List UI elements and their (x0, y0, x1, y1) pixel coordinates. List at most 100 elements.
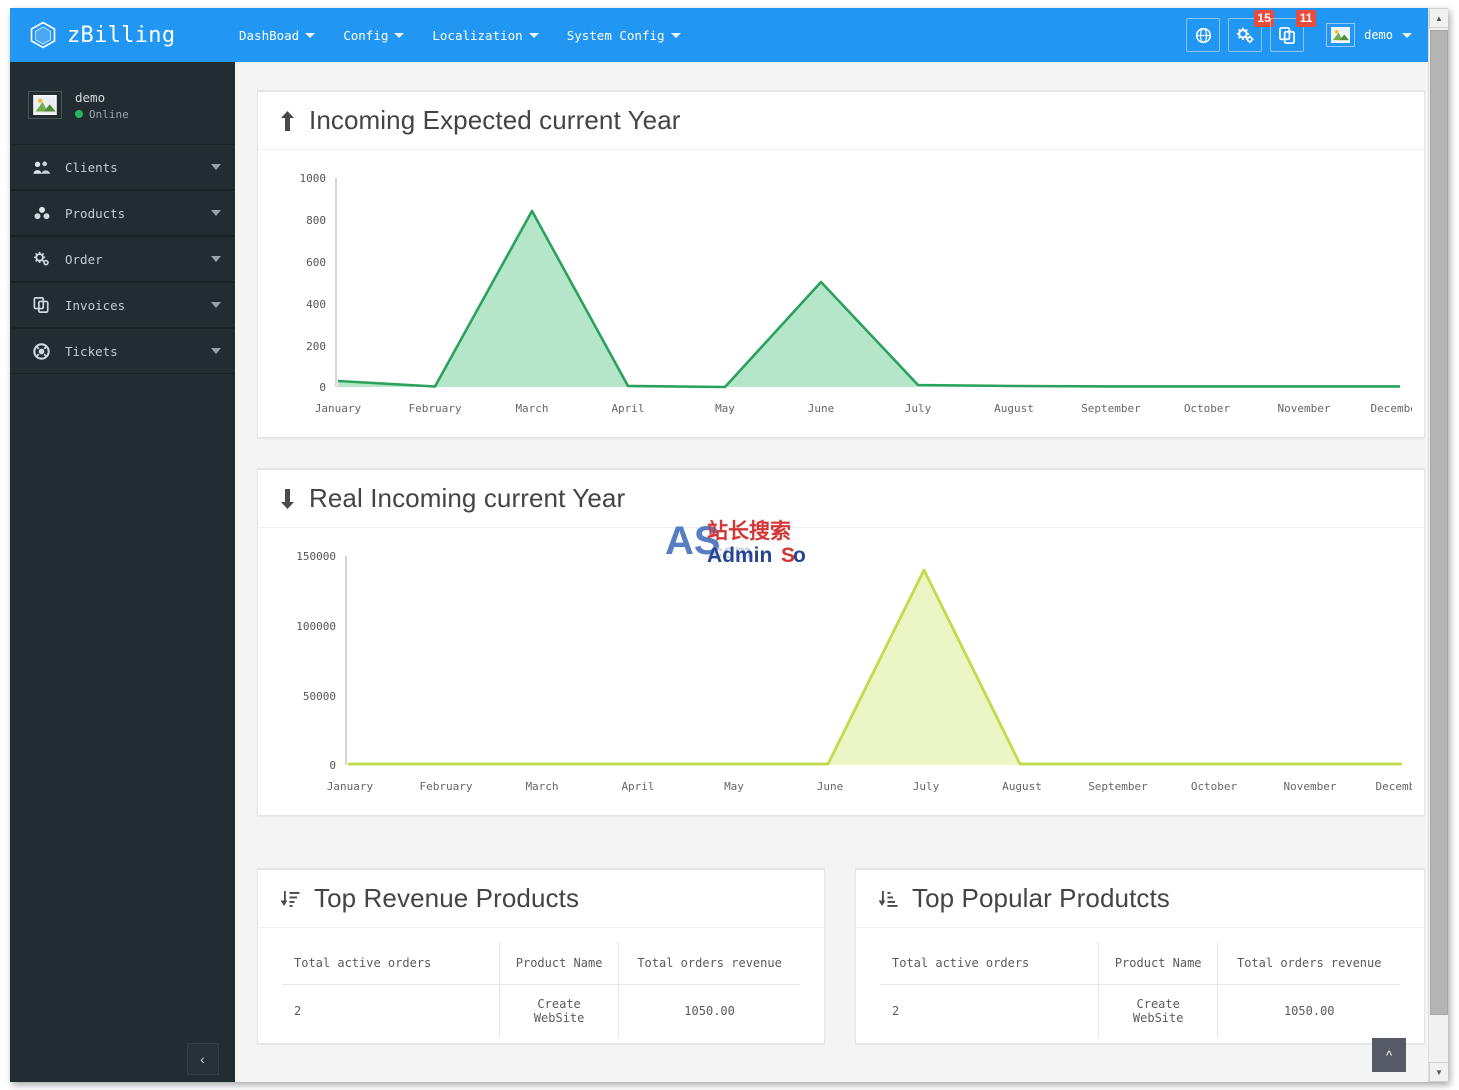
column-header[interactable]: Product Name (1098, 942, 1219, 985)
panel-header: Real Incoming current Year (258, 470, 1424, 528)
svg-text:September: September (1088, 780, 1148, 793)
sidebar-item-clients[interactable]: Clients (10, 144, 235, 190)
sidebar-user-name: demo (75, 89, 106, 105)
arrow-up-icon (280, 110, 295, 132)
cell-total-active-orders: 2 (282, 984, 501, 1037)
column-header[interactable]: Total orders revenue (618, 942, 800, 985)
svg-text:November: November (1278, 402, 1331, 415)
svg-text:February: February (409, 402, 462, 415)
invoices-badge: 11 (1296, 10, 1317, 27)
sidebar-item-label: Order (65, 251, 103, 267)
scrollbar-up-button[interactable]: ▲ (1429, 8, 1448, 28)
table-row[interactable]: 2 Create WebSite 1050.00 (880, 984, 1400, 1037)
triangle-up-icon: ▲ (1435, 13, 1443, 23)
sidebar-item-tickets[interactable]: Tickets (10, 328, 235, 374)
brand-logo[interactable]: zBilling (10, 8, 225, 62)
svg-text:August: August (1002, 780, 1042, 793)
lifebuoy-icon (32, 342, 51, 360)
panel-title: Real Incoming current Year (309, 483, 626, 513)
nav-item-config[interactable]: Config (329, 8, 418, 62)
sidebar-item-invoices[interactable]: Invoices (10, 282, 235, 328)
svg-text:June: June (808, 402, 835, 415)
scrollbar-down-button[interactable]: ▼ (1429, 1062, 1448, 1082)
sidebar-collapse-button[interactable]: ‹ (186, 1043, 219, 1075)
svg-text:September: September (1081, 402, 1141, 415)
nav-item-system-config[interactable]: System Config (553, 8, 695, 62)
chevron-up-icon: ^ (1385, 1047, 1393, 1063)
cell-total-orders-revenue: 1050.00 (1283, 1004, 1335, 1018)
main-content: Incoming Expected current Year 1000 800 … (235, 62, 1428, 1082)
chart-incoming-expected[interactable]: 1000 800 600 400 200 0 January February (272, 160, 1413, 435)
chevron-down-icon (670, 32, 681, 38)
svg-text:April: April (621, 780, 654, 793)
svg-text:February: February (420, 780, 473, 793)
svg-text:January: January (315, 402, 362, 415)
cell-product-name: Create WebSite (1098, 984, 1219, 1037)
copy-icon (32, 297, 51, 313)
arrow-down-icon (280, 488, 295, 510)
nav-item-label: System Config (566, 27, 665, 43)
invoices-button[interactable]: 11 (1270, 10, 1317, 52)
sort-amount-asc-icon (878, 889, 898, 909)
settings-button[interactable]: 15 (1228, 10, 1275, 52)
scroll-to-top-button[interactable]: ^ (1372, 1038, 1406, 1072)
panel-real-incoming: Real Incoming current Year 150000 100000… (257, 468, 1425, 816)
table-row[interactable]: 2 Create WebSite 1050.00 (282, 984, 800, 1037)
chevron-down-icon (528, 32, 539, 38)
vertical-scrollbar[interactable]: ▲ ▼ (1428, 8, 1448, 1082)
top-navbar: zBilling DashBoad Config Localization Sy… (10, 8, 1428, 62)
nav-item-label: Config (343, 27, 389, 43)
cell-total-orders-revenue: 1050.00 (684, 1004, 735, 1018)
nav-item-localization[interactable]: Localization (418, 8, 552, 62)
sidebar: demo Online Clients Products Order Invoi… (10, 62, 235, 1082)
panel-body: Total active orders Product Name Total o… (856, 928, 1424, 1051)
panel-header: Top Popular Produtcts (856, 870, 1424, 928)
chevron-down-icon (211, 256, 221, 262)
table-top-popular: Total active orders Product Name Total o… (880, 942, 1400, 1037)
panel-title: Incoming Expected current Year (309, 105, 681, 135)
sidebar-item-products[interactable]: Products (10, 190, 235, 236)
globe-button[interactable] (1186, 18, 1221, 52)
svg-text:October: October (1191, 780, 1238, 793)
gears-icon (32, 251, 51, 267)
column-header[interactable]: Total orders revenue (1217, 942, 1400, 985)
avatar (28, 91, 62, 119)
column-header[interactable]: Total active orders (282, 942, 501, 985)
panel-body: 150000 100000 50000 0 January February M… (258, 528, 1424, 827)
nav-item-dashboard[interactable]: DashBoad (225, 8, 329, 62)
sidebar-item-label: Invoices (65, 297, 126, 313)
copy-icon (1278, 26, 1296, 44)
users-icon (32, 160, 51, 175)
table-header-row: Total active orders Product Name Total o… (880, 942, 1400, 985)
table-header-row: Total active orders Product Name Total o… (282, 942, 800, 985)
chevron-down-icon (211, 348, 221, 354)
chevron-left-icon: ‹ (200, 1051, 205, 1067)
scrollbar-thumb[interactable] (1430, 30, 1448, 1015)
column-header[interactable]: Product Name (499, 942, 620, 985)
svg-text:50000: 50000 (303, 690, 336, 703)
svg-text:July: July (913, 780, 940, 793)
globe-icon (1195, 27, 1212, 44)
panel-body: Total active orders Product Name Total o… (258, 928, 824, 1051)
column-header[interactable]: Total active orders (880, 942, 1099, 985)
svg-text:800: 800 (306, 214, 326, 227)
sidebar-item-label: Products (65, 205, 126, 221)
sidebar-item-order[interactable]: Order (10, 236, 235, 282)
sidebar-user-status: Online (75, 108, 129, 121)
online-dot-icon (75, 110, 83, 118)
svg-text:June: June (817, 780, 844, 793)
panel-title: Top Revenue Products (314, 883, 580, 913)
cell-total-active-orders: 2 (880, 984, 1099, 1037)
sidebar-item-label: Tickets (65, 343, 118, 359)
panel-header: Incoming Expected current Year (258, 92, 1424, 150)
table-top-revenue: Total active orders Product Name Total o… (282, 942, 800, 1037)
sidebar-user-panel[interactable]: demo Online (10, 74, 235, 136)
svg-text:March: March (515, 402, 548, 415)
nav-item-label: Localization (432, 27, 523, 43)
chevron-down-icon (211, 210, 221, 216)
user-menu[interactable]: demo (1326, 23, 1412, 47)
sort-amount-desc-icon (280, 889, 300, 909)
cubes-icon (32, 206, 51, 221)
chart-real-incoming[interactable]: 150000 100000 50000 0 January February M… (272, 538, 1412, 813)
avatar (1326, 23, 1356, 47)
